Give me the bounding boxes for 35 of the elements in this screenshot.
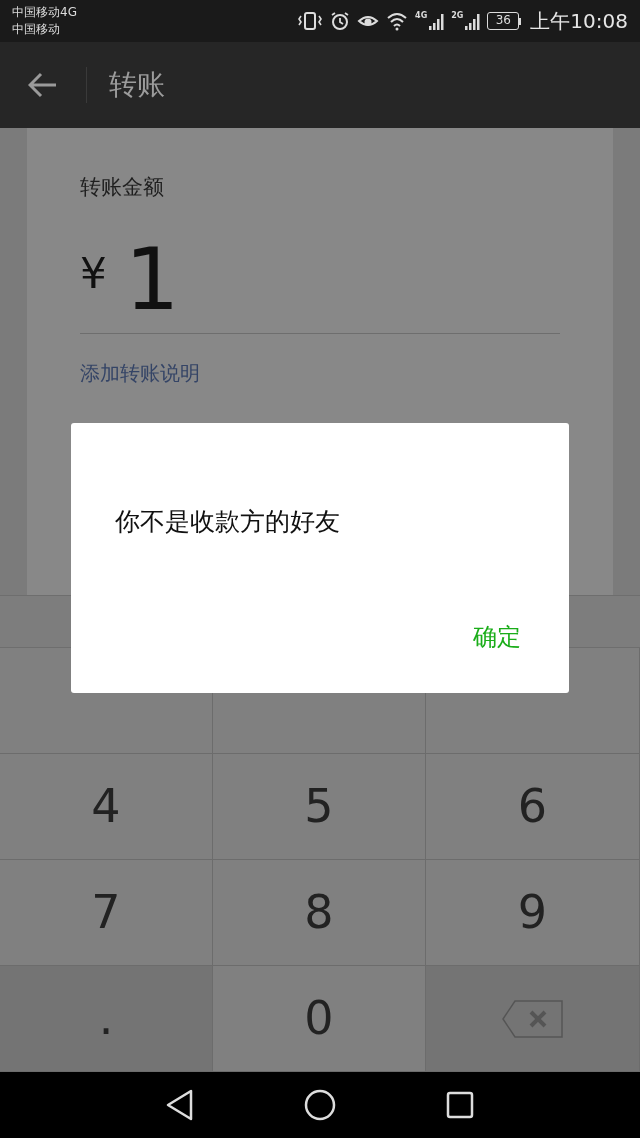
signal-icon bbox=[464, 11, 481, 31]
confirm-button[interactable]: 确定 bbox=[469, 619, 525, 655]
network-label: 2G bbox=[451, 11, 464, 21]
vibrate-icon bbox=[297, 10, 324, 32]
nav-back-button[interactable] bbox=[166, 1089, 194, 1121]
currency-symbol: ¥ bbox=[80, 247, 107, 300]
alarm-icon bbox=[330, 11, 351, 31]
amount-input[interactable]: 1 bbox=[124, 233, 180, 324]
page-title: 转账 bbox=[109, 67, 165, 103]
digit-key[interactable]: 8 bbox=[213, 860, 426, 966]
wifi-icon bbox=[386, 11, 409, 31]
digit-key[interactable]: 7 bbox=[0, 860, 213, 966]
network-label: 4G bbox=[415, 11, 428, 21]
digit-key[interactable]: 6 bbox=[426, 754, 640, 860]
digit-key[interactable]: 4 bbox=[0, 754, 213, 860]
triangle-back-icon bbox=[166, 1089, 194, 1121]
square-recent-icon bbox=[446, 1091, 474, 1119]
add-note-link[interactable]: 添加转账说明 bbox=[80, 357, 200, 388]
dialog-message: 你不是收款方的好友 bbox=[115, 506, 340, 538]
backspace-icon bbox=[501, 999, 564, 1038]
digit-key[interactable]: 5 bbox=[213, 754, 426, 860]
carrier-label: 中国移动4G bbox=[12, 4, 77, 21]
dot-key[interactable]: . bbox=[0, 966, 213, 1072]
circle-home-icon bbox=[304, 1089, 336, 1121]
signal-icon bbox=[428, 11, 445, 31]
nav-recent-button[interactable] bbox=[446, 1091, 474, 1119]
battery-level: 36 bbox=[487, 12, 520, 30]
nav-home-button[interactable] bbox=[304, 1089, 336, 1121]
amount-label: 转账金额 bbox=[80, 174, 165, 201]
battery-tip bbox=[519, 17, 522, 25]
clock-time: 上午10:08 bbox=[530, 8, 628, 35]
digit-key[interactable]: 9 bbox=[426, 860, 640, 966]
carrier-label: 中国移动 bbox=[12, 21, 61, 38]
digit-key[interactable]: 0 bbox=[213, 966, 426, 1072]
back-arrow-icon bbox=[28, 72, 58, 98]
